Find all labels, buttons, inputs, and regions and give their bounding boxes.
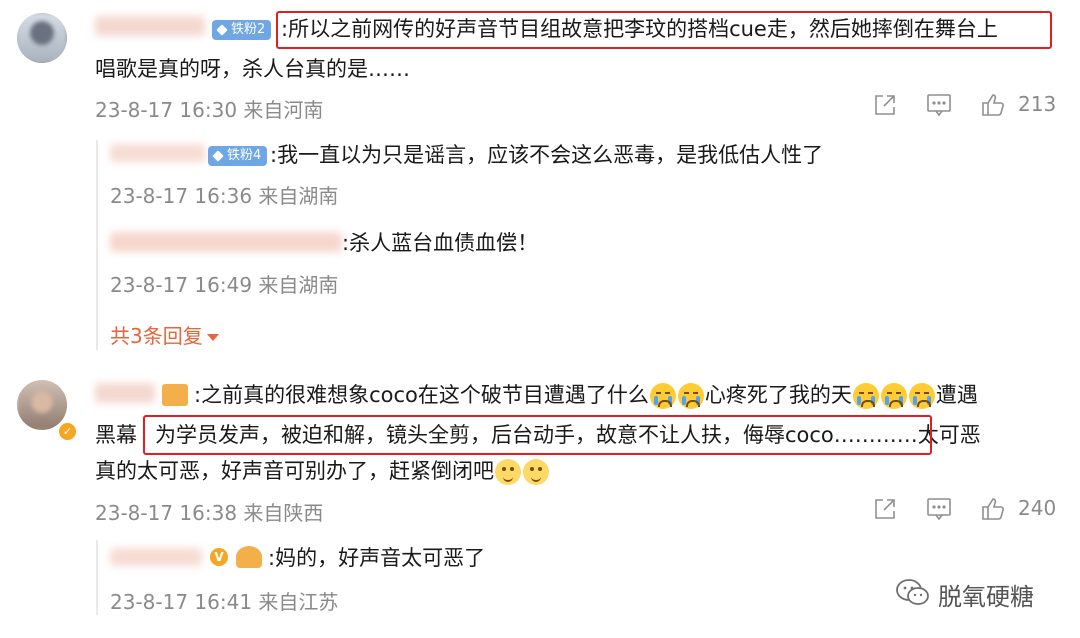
watermark-text: 脱氧硬糖 bbox=[938, 583, 1034, 611]
like-count: 213 bbox=[1018, 92, 1057, 116]
comment-actions: 240 bbox=[870, 494, 1060, 524]
verified-icon: ✓ bbox=[57, 421, 78, 442]
comment-icon[interactable] bbox=[926, 93, 952, 117]
more-replies-link[interactable]: 共3条回复 bbox=[110, 320, 219, 349]
grin-emoji-icon bbox=[495, 459, 521, 485]
avatar[interactable] bbox=[17, 380, 67, 430]
gem-icon bbox=[212, 150, 224, 162]
reply-username-blurred[interactable] bbox=[110, 232, 342, 252]
crying-emoji-icon bbox=[649, 383, 676, 409]
comment-icon[interactable] bbox=[926, 497, 952, 521]
reply-meta: 23-8-17 16:36 来自湖南 bbox=[110, 184, 339, 208]
level-badge-icon bbox=[162, 384, 188, 406]
reply-text: :我一直以为只是谣言，应该不会这么恶毒，是我低估人性了 bbox=[270, 143, 824, 167]
like-count: 240 bbox=[1018, 496, 1057, 520]
reply-meta: 23-8-17 16:49 来自湖南 bbox=[110, 273, 339, 297]
grin-emoji-icon bbox=[523, 459, 549, 485]
fan-badge: 铁粉2 bbox=[212, 20, 272, 40]
comment-meta: 23-8-17 16:30 来自河南 bbox=[95, 98, 324, 122]
sobbing-emoji-icon bbox=[908, 383, 935, 409]
reply-username-blurred[interactable] bbox=[110, 548, 202, 566]
reply-meta: 23-8-17 16:41 来自江苏 bbox=[110, 590, 339, 614]
verified-icon: V bbox=[210, 548, 228, 566]
wechat-icon bbox=[896, 579, 929, 605]
chevron-down-icon bbox=[206, 334, 219, 341]
highlight-box bbox=[143, 415, 932, 455]
share-icon[interactable] bbox=[872, 496, 898, 522]
sobbing-emoji-icon bbox=[880, 383, 907, 409]
fan-badge: 铁粉4 bbox=[208, 146, 268, 166]
crying-emoji-icon bbox=[677, 383, 704, 409]
username-blurred[interactable] bbox=[95, 16, 205, 36]
comment-text-line: 真的太可恶，好声音可别办了，赶紧倒闭吧 bbox=[95, 453, 550, 489]
comment-text-line: 唱歌是真的呀，杀人台真的是…… bbox=[95, 57, 410, 81]
reply-username-blurred[interactable] bbox=[110, 144, 205, 162]
reply-divider bbox=[96, 140, 98, 350]
reply-text: :妈的，好声音太可恶了 bbox=[268, 546, 486, 570]
highlight-box bbox=[276, 11, 1052, 49]
comment-text-line: :之前真的很难想象coco在这个破节目遭遇了什么 心疼死了我的天 遭遇 bbox=[194, 383, 978, 409]
sobbing-emoji-icon bbox=[852, 383, 879, 409]
level-badge-icon bbox=[236, 546, 262, 568]
username-blurred[interactable] bbox=[95, 383, 155, 403]
reply-text: :杀人蓝台血债血偿！ bbox=[342, 231, 539, 255]
gem-icon bbox=[216, 24, 228, 36]
comment-meta: 23-8-17 16:38 来自陕西 bbox=[95, 501, 324, 525]
comment-actions: 213 bbox=[870, 90, 1060, 120]
like-icon[interactable] bbox=[980, 92, 1006, 118]
share-icon[interactable] bbox=[872, 92, 898, 118]
reply-divider bbox=[96, 540, 98, 615]
like-icon[interactable] bbox=[980, 496, 1006, 522]
avatar[interactable] bbox=[17, 13, 67, 63]
